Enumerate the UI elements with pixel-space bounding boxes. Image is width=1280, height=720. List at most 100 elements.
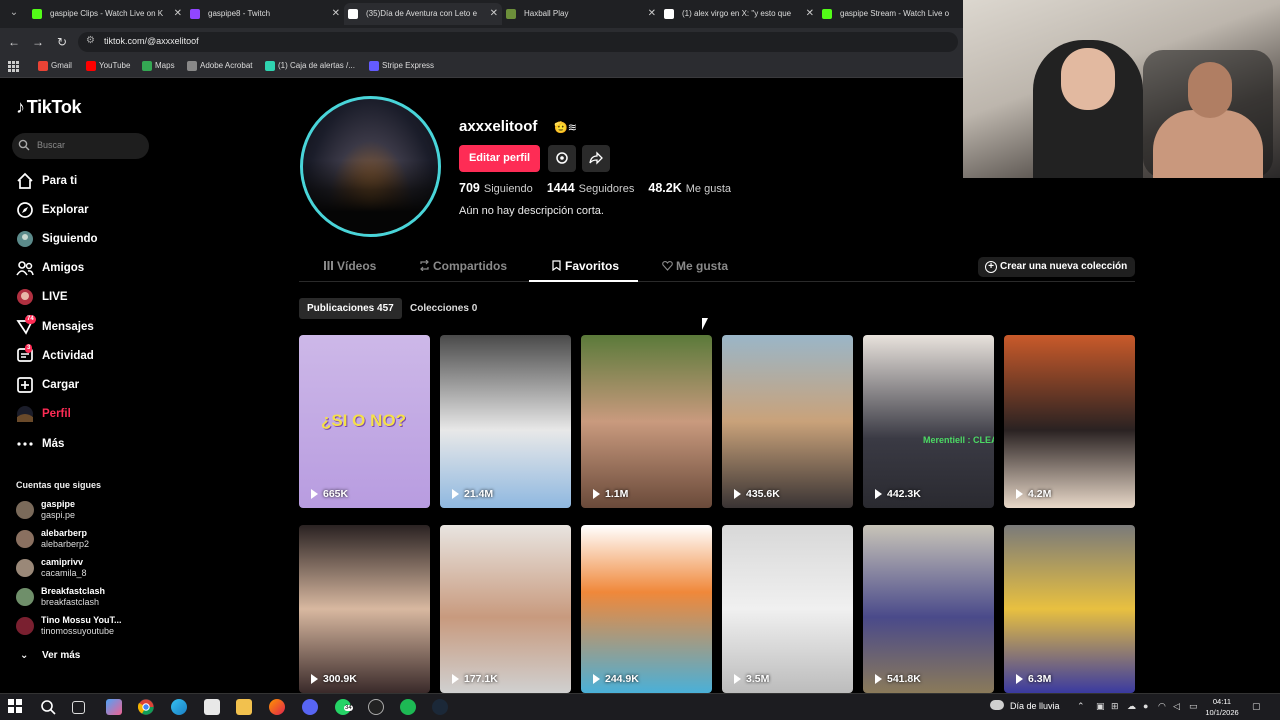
microphone-icon[interactable]: ●	[1143, 701, 1148, 711]
bookmark-item[interactable]: Maps	[142, 61, 175, 71]
profile-username: axxxelitoof	[459, 118, 538, 135]
edit-profile-button[interactable]: Editar perfil	[459, 145, 540, 172]
followed-account[interactable]: gaspipe gaspi.pe	[16, 499, 75, 521]
tab-liked[interactable]: Me gusta	[662, 253, 728, 281]
search-input[interactable]: Buscar	[12, 133, 149, 159]
followed-account[interactable]: Breakfastclash breakfastclash	[16, 586, 105, 608]
back-icon[interactable]: ←	[6, 34, 22, 50]
settings-button[interactable]	[548, 145, 576, 172]
play-icon	[452, 674, 459, 684]
chrome-icon[interactable]	[137, 699, 154, 715]
close-icon[interactable]: ✕	[174, 3, 182, 25]
obs-icon[interactable]	[368, 699, 384, 715]
sidebar-item-explorar[interactable]: Explorar	[16, 199, 89, 221]
copilot-icon[interactable]	[106, 699, 122, 715]
close-icon[interactable]: ✕	[332, 3, 340, 25]
bookmark-item[interactable]: (1) Caja de alertas /...	[265, 61, 355, 71]
apps-grid-icon[interactable]	[8, 61, 19, 72]
weather-widget[interactable]: Día de lluvia	[990, 700, 1060, 711]
following-count[interactable]: 709	[459, 181, 480, 195]
browser-tab[interactable]: gaspipe8 - Twitch ✕	[186, 3, 344, 25]
video-thumbnail[interactable]: Merentiell : CLEAN 442.3K	[863, 335, 994, 508]
browser-tab[interactable]: (1) alex virgo en X: "y esto que ✕	[660, 3, 818, 25]
tab-favorites[interactable]: Favoritos	[551, 253, 619, 281]
sidebar-item-live[interactable]: LIVE	[16, 286, 68, 308]
system-clock[interactable]: 04:11 10/1/2026	[1204, 696, 1240, 718]
account-handle: cacamila_8	[41, 568, 87, 578]
volume-icon[interactable]: ◁	[1173, 701, 1180, 712]
notification-icon[interactable]: ▢	[1252, 701, 1261, 712]
whatsapp-icon[interactable]: 34	[335, 699, 353, 715]
video-thumbnail[interactable]: 4.2M	[1004, 335, 1135, 508]
sidebar-item-cargar[interactable]: Cargar	[16, 374, 79, 396]
tray-chevron-icon[interactable]: ⌃	[1077, 701, 1085, 712]
followed-account[interactable]: alebarberp alebarberp2	[16, 528, 89, 550]
followers-count[interactable]: 1444	[547, 181, 575, 195]
video-thumbnail[interactable]: 3.5M	[722, 525, 853, 693]
site-info-icon[interactable]: ⚙	[86, 35, 95, 46]
tab-search-icon[interactable]: ⌄	[6, 5, 22, 21]
search-taskbar-icon[interactable]	[40, 699, 56, 715]
logo-text: TikTok	[26, 97, 82, 117]
tray-cloud-icon[interactable]: ☁	[1127, 701, 1136, 712]
share-profile-button[interactable]	[582, 145, 610, 172]
tray-app-icon[interactable]: ▣	[1096, 701, 1105, 712]
close-icon[interactable]: ✕	[490, 3, 498, 25]
store-icon[interactable]	[204, 699, 220, 715]
close-icon[interactable]: ✕	[806, 3, 814, 25]
video-thumbnail[interactable]: 541.8K	[863, 525, 994, 693]
windows-start-icon[interactable]	[8, 699, 24, 715]
sidebar-item-actividad[interactable]: 3 Actividad	[16, 344, 94, 367]
browser-tab[interactable]: gaspipe Stream - Watch Live o✕	[818, 3, 976, 25]
bookmark-item[interactable]: Adobe Acrobat	[187, 61, 252, 71]
sidebar-item-parati[interactable]: Para ti	[16, 170, 77, 192]
reload-icon[interactable]: ↻	[54, 34, 70, 50]
followed-account[interactable]: camiprivv cacamila_8	[16, 557, 87, 579]
forward-icon[interactable]: →	[30, 34, 46, 50]
browser-tab[interactable]: (35)Día de Aventura con Leto e ✕	[344, 3, 502, 25]
bookmark-item[interactable]: Stripe Express	[369, 61, 434, 71]
tiktok-logo[interactable]: ♪ TikTok	[16, 97, 82, 118]
battery-icon[interactable]: ▭	[1189, 701, 1198, 712]
browser-tab[interactable]: Haxball Play ✕	[502, 3, 660, 25]
firefox-icon[interactable]	[269, 699, 285, 715]
video-thumbnail[interactable]: 1.1M	[581, 335, 712, 508]
edge-icon[interactable]	[171, 699, 187, 715]
url-field[interactable]: ⚙ tiktok.com/@axxxelitoof	[78, 32, 958, 52]
followed-account[interactable]: Tino Mossu YouT... tinomossuyoutube	[16, 615, 122, 637]
bookmark-item[interactable]: YouTube	[86, 61, 130, 71]
avatar-silhouette	[303, 159, 438, 234]
video-thumbnail[interactable]: 244.9K	[581, 525, 712, 693]
video-thumbnail[interactable]: 300.9K	[299, 525, 430, 693]
file-explorer-icon[interactable]	[236, 699, 252, 715]
subtab-collections[interactable]: Colecciones 0	[402, 298, 485, 319]
tray-network-app-icon[interactable]: ⊞	[1111, 701, 1119, 712]
video-thumbnail[interactable]: 21.4M	[440, 335, 571, 508]
see-more-button[interactable]: ⌄ Ver más	[20, 650, 80, 661]
spotify-icon[interactable]	[400, 699, 416, 715]
subtab-posts[interactable]: Publicaciones 457	[299, 298, 402, 319]
view-count: 244.9K	[593, 673, 639, 685]
video-thumbnail[interactable]: 6.3M	[1004, 525, 1135, 693]
task-view-icon[interactable]	[72, 701, 85, 714]
new-collection-button[interactable]: + Crear una nueva colección	[978, 257, 1135, 277]
sidebar-item-perfil[interactable]: Perfil	[16, 403, 71, 425]
clock-time: 04:11	[1212, 697, 1232, 706]
sidebar-item-amigos[interactable]: Amigos	[16, 257, 84, 279]
close-icon[interactable]: ✕	[648, 3, 656, 25]
sidebar-item-siguiendo[interactable]: Siguiendo	[16, 228, 98, 250]
sidebar-item-ms[interactable]: Más	[16, 433, 64, 455]
discord-icon[interactable]	[302, 699, 318, 715]
tab-videos[interactable]: Vídeos	[323, 253, 376, 281]
profile-avatar[interactable]	[300, 96, 441, 237]
video-thumbnail[interactable]: ¿SI O NO? 665K	[299, 335, 430, 508]
video-thumbnail[interactable]: 435.6K	[722, 335, 853, 508]
sidebar-item-mensajes[interactable]: 74 Mensajes	[16, 315, 94, 338]
steam-icon[interactable]	[432, 699, 448, 715]
video-thumbnail[interactable]: 177.1K	[440, 525, 571, 693]
tab-reposts[interactable]: Compartidos	[419, 253, 507, 281]
wifi-icon[interactable]: ◠	[1158, 701, 1166, 712]
upload-icon	[16, 376, 34, 394]
browser-tab[interactable]: gaspipe Clips - Watch Live on K ✕	[28, 3, 186, 25]
bookmark-item[interactable]: Gmail	[38, 61, 72, 71]
